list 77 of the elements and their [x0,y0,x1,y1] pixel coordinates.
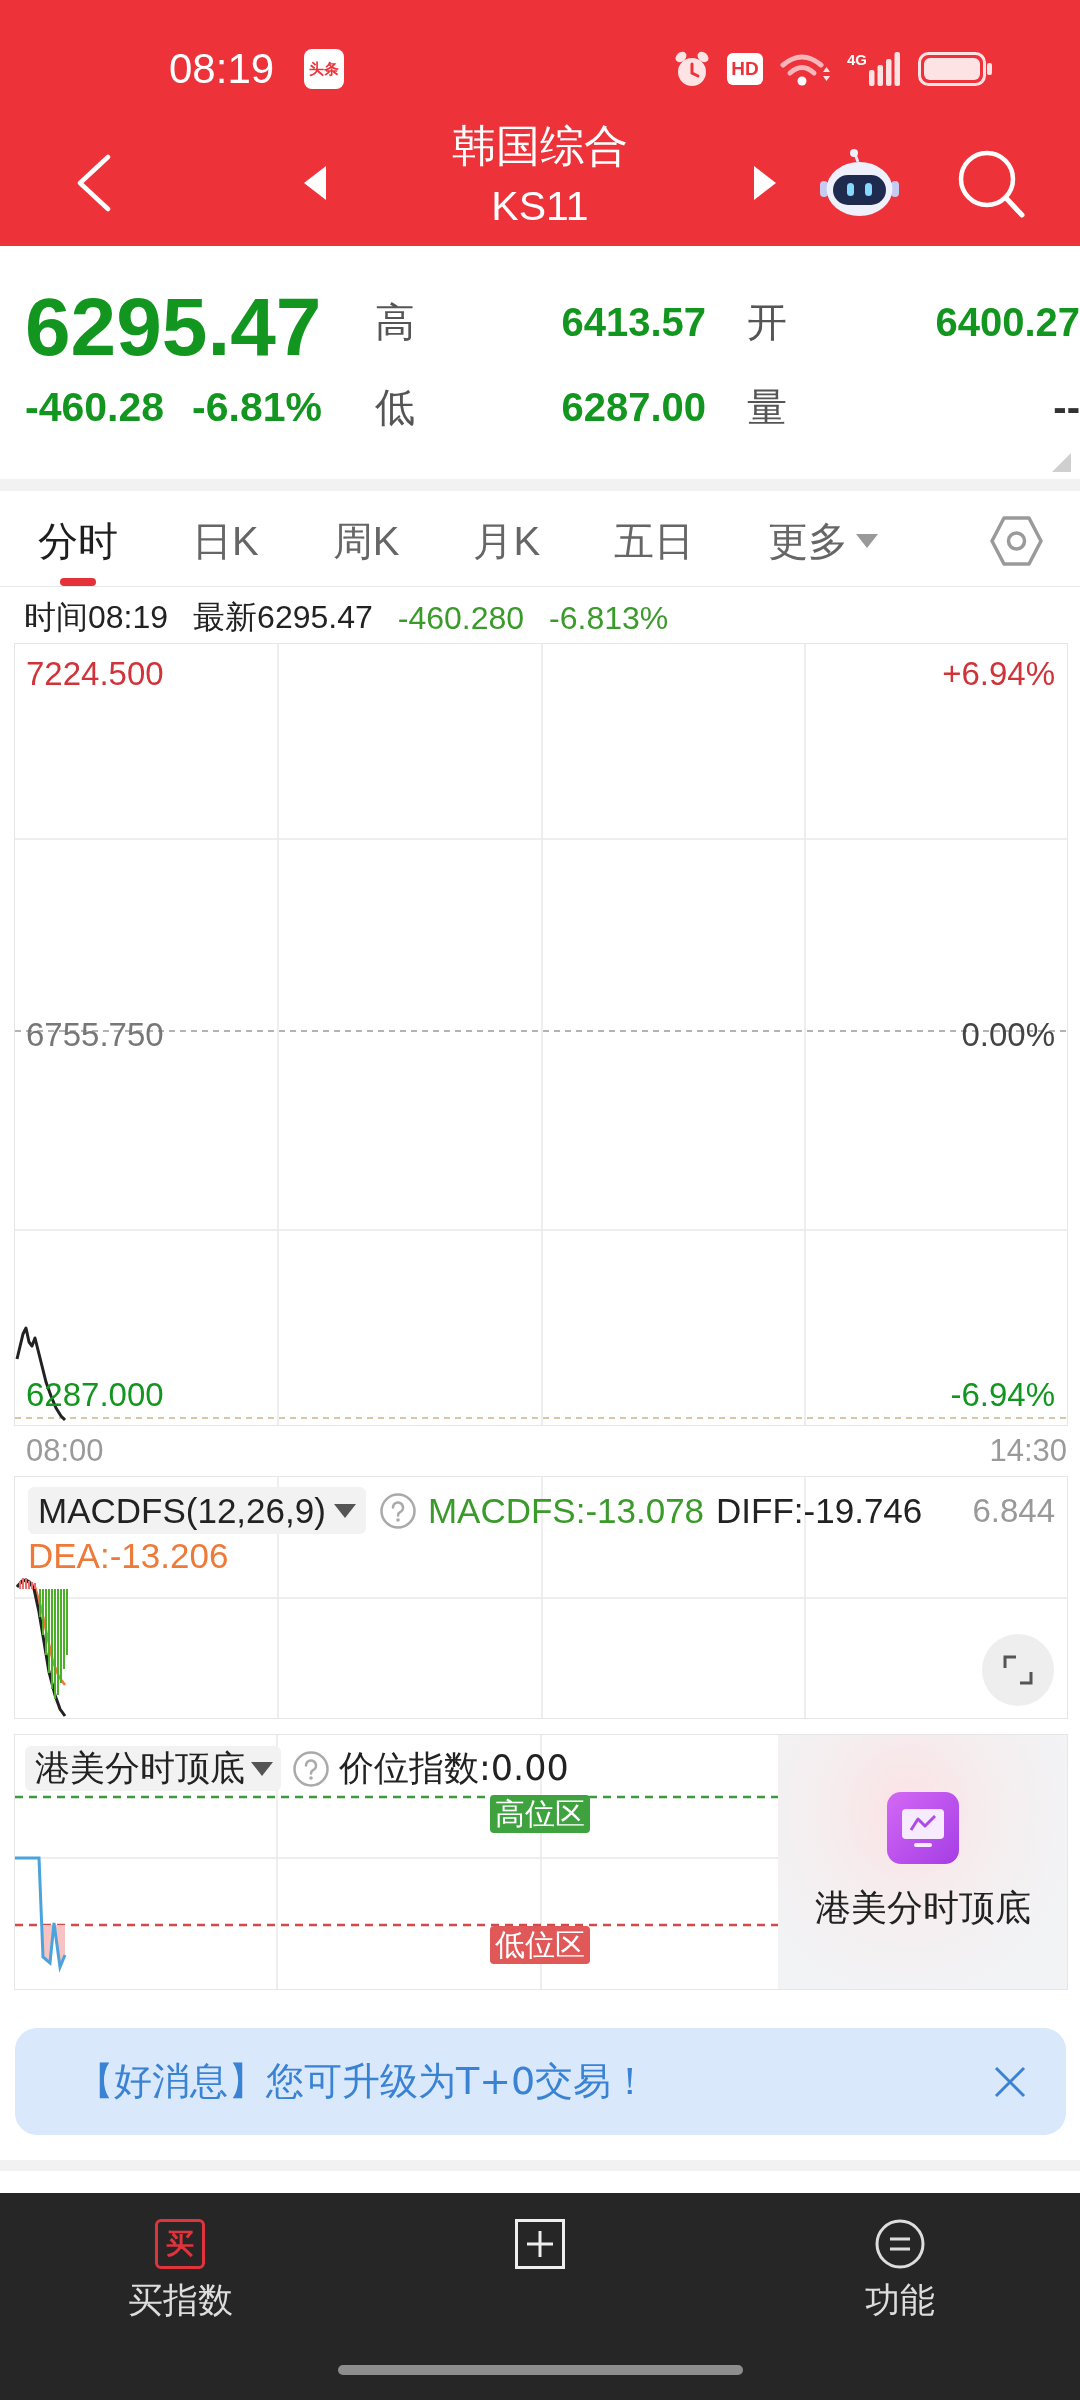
robot-icon [818,148,901,218]
caret-down-icon [333,1503,356,1518]
status-time: 08:19 [169,48,275,90]
percent-reading: -6.813% [549,599,669,637]
scale-max-label: 6.844 [972,1491,1055,1530]
period-tab[interactable]: 日K [192,491,259,586]
indicator-selector[interactable]: 港美分时顶底 [25,1746,281,1791]
current-price: 6295.47 [25,282,323,372]
end-time-label: 14:30 [989,1433,1067,1469]
stat-value: 6400.27 [935,299,1080,345]
wifi-icon [780,52,830,86]
banner-message: 【好消息】您可升级为T+0交易！ [76,2058,650,2105]
period-tab[interactable]: 月K [473,491,541,586]
previous-index-button[interactable] [304,166,326,200]
equals-circle-icon [875,2219,925,2269]
buy-badge: 买 [155,2219,205,2269]
alarm-icon [674,51,710,87]
stat-label: 低 [375,382,416,432]
low-zone-tag: 低位区 [490,1926,590,1964]
notification-app-icon: 头条 [304,49,345,89]
close-icon [994,2065,1026,2098]
index-name: 韩国综合 [452,120,628,172]
max-percent-label: +6.94% [942,656,1055,692]
min-percent-label: -6.94% [950,1377,1055,1413]
stat-label: 量 [746,382,785,432]
search-button[interactable] [957,148,1025,218]
close-button[interactable] [994,2065,1026,2098]
time-reading: 时间08:19 [24,598,169,637]
position-index-reading: 价位指数:0.00 [339,1747,569,1790]
battery-icon [918,52,992,86]
triangle-right-icon [754,166,776,200]
start-time-label: 08:00 [26,1433,104,1469]
period-tab[interactable]: 五日 [614,491,695,586]
hd-indicator: HD [727,53,763,85]
period-tab[interactable]: 周K [332,491,400,586]
price-change: -460.28 [25,383,165,431]
next-index-button[interactable] [754,166,776,200]
percent-change: -6.81% [192,383,322,431]
base-price-label: 6755.750 [26,1016,164,1053]
assistant-button[interactable] [818,148,901,218]
period-tab[interactable]: 分时 [38,491,118,586]
help-icon [293,1750,329,1787]
max-price-label: 7224.500 [26,656,164,692]
stat-value: 6413.57 [561,299,706,345]
caret-down-icon [251,1761,273,1776]
settings-button[interactable] [990,515,1043,567]
indicator-promo-card[interactable]: 港美分时顶底 [778,1735,1067,1989]
network-type-label: 4G [847,52,867,67]
bottom-nav-item[interactable]: 买 买指数 [127,2193,233,2318]
diff-value: DIFF:-19.746 [716,1490,923,1531]
back-button[interactable] [76,154,112,212]
expand-icon [1003,1655,1033,1685]
signal-icon [869,52,901,86]
promo-title: 港美分时顶底 [814,1885,1031,1930]
indicator-selector[interactable]: MACDFS(12,26,9) [28,1487,366,1534]
plus-square-icon [515,2219,565,2269]
index-code: KS11 [491,182,589,231]
change-reading: -460.280 [397,599,525,637]
dea-value: DEA:-13.206 [28,1538,229,1574]
stat-label: 高 [375,297,416,347]
stat-label: 开 [746,297,785,347]
high-zone-tag: 高位区 [490,1795,590,1833]
base-percent-label: 0.00% [961,1016,1055,1053]
stat-value: -- [1053,384,1080,430]
macdfs-value: MACDFS:-13.078 [427,1490,705,1531]
help-icon [379,1492,416,1529]
triangle-left-icon [304,166,326,200]
period-tab[interactable]: 更多 [768,491,879,586]
chevron-left-icon [76,154,112,212]
search-icon [957,148,1025,218]
settings-icon [990,515,1043,567]
bottom-nav-item[interactable]: 功能 [865,2193,935,2318]
help-button[interactable] [379,1492,416,1529]
stat-value: 6287.00 [561,384,706,430]
help-button[interactable] [293,1750,329,1787]
monitor-chart-icon [886,1791,959,1864]
latest-price-reading: 最新6295.47 [193,598,373,637]
